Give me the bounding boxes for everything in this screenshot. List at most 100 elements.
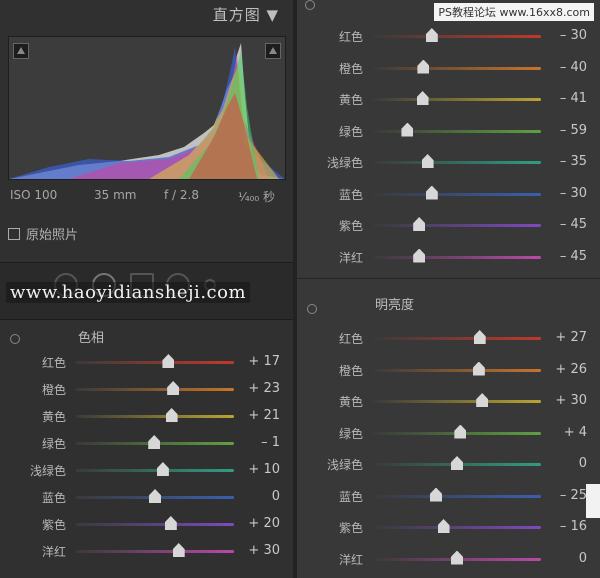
iso-value: ISO 100 xyxy=(10,188,58,202)
hue-slider-label: 蓝色 xyxy=(41,491,66,505)
luminance-slider-value[interactable]: + 4 xyxy=(547,425,587,440)
focal-length: 35 mm xyxy=(94,188,137,202)
saturation-slider-track[interactable] xyxy=(373,35,541,38)
luminance-slider-label: 绿色 xyxy=(338,426,363,441)
luminance-slider-value[interactable]: 0 xyxy=(547,456,587,471)
hue-slider-value[interactable]: + 10 xyxy=(240,462,280,477)
saturation-slider-value[interactable]: – 30 xyxy=(547,28,587,43)
hue-slider-row: 黄色 + 21 xyxy=(0,404,293,428)
shadow-clipping-indicator[interactable] xyxy=(13,43,29,59)
luminance-section-title: 明亮度 xyxy=(375,298,415,313)
original-photo-toggle[interactable]: 原始照片 xyxy=(8,224,78,243)
hue-slider-row: 绿色 – 1 xyxy=(0,431,293,455)
hue-slider-label: 浅绿色 xyxy=(29,464,66,478)
saturation-slider-track[interactable] xyxy=(373,66,541,70)
luminance-slider-track[interactable] xyxy=(373,494,541,498)
histogram-chart xyxy=(8,36,286,180)
hue-slider-row: 红色 + 17 xyxy=(0,350,293,374)
hue-section-toggle-icon[interactable] xyxy=(10,334,20,344)
saturation-slider-track[interactable] xyxy=(373,129,541,133)
hue-slider-row: 蓝色 0 xyxy=(0,485,293,509)
saturation-slider-value[interactable]: – 35 xyxy=(547,154,587,169)
hue-slider-label: 洋红 xyxy=(41,545,66,559)
saturation-slider-value[interactable]: – 41 xyxy=(547,91,587,106)
saturation-slider-track[interactable] xyxy=(373,98,541,101)
luminance-slider-value[interactable]: – 25 xyxy=(547,488,587,503)
watermark-badge: PS教程论坛 www.16xx8.com xyxy=(434,3,594,21)
luminance-slider-track[interactable] xyxy=(373,337,541,340)
saturation-slider-value[interactable]: – 45 xyxy=(547,217,587,232)
saturation-slider-row: 洋红 – 45 xyxy=(297,245,600,269)
hue-slider-row: 洋红 + 30 xyxy=(0,539,293,563)
hue-slider-track[interactable] xyxy=(76,469,234,472)
luminance-slider-label: 洋红 xyxy=(338,552,363,567)
luminance-slider-label: 黄色 xyxy=(338,395,363,409)
histogram-graph xyxy=(9,43,285,179)
original-photo-checkbox[interactable] xyxy=(8,228,20,240)
luminance-slider-track[interactable] xyxy=(373,400,541,403)
saturation-slider-label: 蓝色 xyxy=(338,187,363,202)
hue-slider-value[interactable]: + 23 xyxy=(240,381,280,396)
luminance-slider-row: 橙色 + 26 xyxy=(297,358,600,382)
hue-slider-value[interactable]: + 30 xyxy=(240,543,280,558)
hue-slider-label: 绿色 xyxy=(41,437,66,451)
histogram-title[interactable]: 直方图 ▼ xyxy=(213,4,279,25)
luminance-slider-label: 红色 xyxy=(338,332,363,346)
luminance-slider-label: 蓝色 xyxy=(338,489,363,504)
hue-slider-track[interactable] xyxy=(76,361,234,364)
luminance-slider-label: 橙色 xyxy=(338,363,363,378)
luminance-slider-row: 紫色 – 16 xyxy=(297,515,600,539)
saturation-slider-row: 黄色 – 41 xyxy=(297,87,600,111)
watermark-text: www.haoyidiansheji.com xyxy=(6,282,251,303)
right-panel: 红色 – 30 橙色 – 40 黄色 – 41 绿色 – 59 浅绿色 – 35 蓝色 – 30 紫色 –… xyxy=(297,0,600,578)
saturation-slider-label: 紫色 xyxy=(338,219,363,233)
saturation-slider-value[interactable]: – 59 xyxy=(547,123,587,138)
hue-slider-label: 紫色 xyxy=(41,518,66,532)
luminance-slider-value[interactable]: + 30 xyxy=(547,393,587,408)
hue-slider-label: 红色 xyxy=(41,356,66,370)
saturation-slider-track[interactable] xyxy=(373,224,541,227)
hue-slider-track[interactable] xyxy=(76,550,234,553)
highlight-clipping-indicator[interactable] xyxy=(265,43,281,59)
hue-slider-value[interactable]: 0 xyxy=(240,489,280,504)
luminance-slider-track[interactable] xyxy=(373,526,541,529)
luminance-slider-value[interactable]: 0 xyxy=(547,551,587,566)
saturation-slider-track[interactable] xyxy=(373,192,541,196)
saturation-slider-value[interactable]: – 45 xyxy=(547,249,587,264)
saturation-slider-label: 黄色 xyxy=(338,93,363,107)
edge-mark xyxy=(586,484,600,518)
saturation-slider-row: 浅绿色 – 35 xyxy=(297,150,600,174)
hue-slider-value[interactable]: – 1 xyxy=(240,435,280,450)
hue-slider-track[interactable] xyxy=(76,523,234,526)
hue-slider-row: 浅绿色 + 10 xyxy=(0,458,293,482)
luminance-slider-row: 蓝色 – 25 xyxy=(297,484,600,508)
saturation-slider-track[interactable] xyxy=(373,161,541,164)
luminance-section-toggle-icon[interactable] xyxy=(307,304,317,314)
hue-slider-label: 黄色 xyxy=(41,410,66,424)
saturation-slider-row: 蓝色 – 30 xyxy=(297,182,600,206)
saturation-slider-label: 红色 xyxy=(338,30,363,44)
hue-slider-track[interactable] xyxy=(76,415,234,418)
hue-slider-value[interactable]: + 17 xyxy=(240,354,280,369)
luminance-slider-track[interactable] xyxy=(373,368,541,372)
saturation-slider-row: 绿色 – 59 xyxy=(297,119,600,143)
original-photo-label: 原始照片 xyxy=(26,228,79,243)
luminance-slider-value[interactable]: + 26 xyxy=(547,362,587,377)
hue-slider-value[interactable]: + 20 xyxy=(240,516,280,531)
saturation-slider-value[interactable]: – 30 xyxy=(547,186,587,201)
saturation-slider-row: 橙色 – 40 xyxy=(297,56,600,80)
saturation-slider-label: 洋红 xyxy=(338,250,363,265)
luminance-slider-value[interactable]: + 27 xyxy=(547,330,587,345)
hue-slider-value[interactable]: + 21 xyxy=(240,408,280,423)
aperture: f / 2.8 xyxy=(164,188,199,202)
luminance-slider-label: 浅绿色 xyxy=(326,458,363,472)
saturation-slider-track[interactable] xyxy=(373,255,541,259)
saturation-slider-value[interactable]: – 40 xyxy=(547,60,587,75)
saturation-slider-row: 紫色 – 45 xyxy=(297,213,600,237)
luminance-slider-value[interactable]: – 16 xyxy=(547,519,587,534)
hue-slider-track[interactable] xyxy=(76,388,234,391)
saturation-slider-label: 橙色 xyxy=(338,61,363,76)
hue-slider-row: 橙色 + 23 xyxy=(0,377,293,401)
saturation-section-toggle-icon[interactable] xyxy=(305,0,315,10)
luminance-slider-row: 红色 + 27 xyxy=(297,326,600,350)
